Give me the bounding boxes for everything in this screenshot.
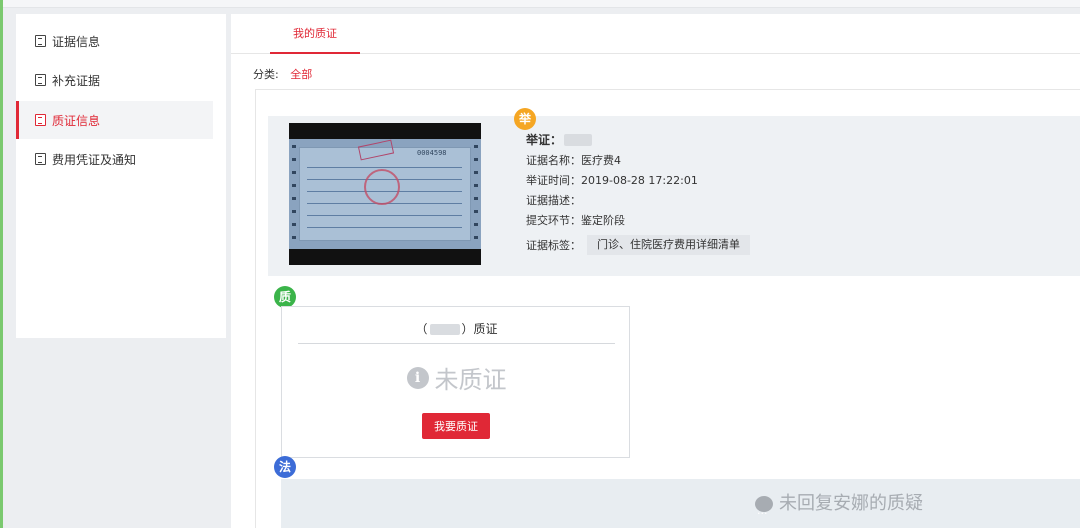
evidence-name: 证据名称：医疗费4 — [526, 154, 621, 167]
evidence-desc: 证据描述： — [526, 194, 581, 207]
header-prefix: （ — [415, 322, 428, 336]
evidence-thumbnail[interactable]: 0004598 — [289, 123, 481, 265]
evidence-card: 0004598 举 举证： 证据名称：医疗费4 举证时间：2019-08-28 … — [268, 108, 1080, 276]
document-icon — [35, 114, 46, 126]
cross-exam-status: i 未质证 — [282, 360, 631, 395]
tag-label: 证据标签： — [526, 239, 581, 252]
category-filter: 分类: 全部 — [253, 66, 312, 82]
receipt-image: 0004598 — [289, 139, 481, 249]
header-suffix: ）质证 — [461, 322, 498, 336]
court-reply-message: 未回复安娜的质疑 — [755, 479, 923, 528]
evidence-info: 举证： 证据名称：医疗费4 举证时间：2019-08-28 17:22:01 证… — [526, 131, 750, 255]
evidence-tag-row: 证据标签： 门诊、住院医疗费用详细清单 — [526, 235, 750, 255]
filter-label: 分类: — [253, 68, 279, 81]
evidence-title-prefix: 举证： — [526, 133, 563, 147]
cross-exam-badge: 质 — [274, 286, 296, 308]
document-icon — [35, 153, 46, 165]
sidebar-item-label: 补充证据 — [52, 73, 101, 88]
main-panel: 我的质证 分类: 全部 0004598 举 举证： 证据名称：医疗费4 举证时间… — [231, 14, 1080, 528]
tab-my-cross-examination[interactable]: 我的质证 — [270, 14, 360, 54]
evidence-time: 举证时间：2019-08-28 17:22:01 — [526, 174, 698, 187]
court-reply-text: 未回复安娜的质疑 — [779, 493, 923, 514]
cross-examine-button[interactable]: 我要质证 — [422, 413, 490, 439]
document-icon — [35, 74, 46, 86]
sidebar-item-fee-vouchers[interactable]: 费用凭证及通知 — [16, 140, 213, 178]
filter-all-link[interactable]: 全部 — [290, 68, 312, 81]
evidence-title: 举证： — [526, 131, 750, 148]
sidebar: 证据信息 补充证据 质证信息 费用凭证及通知 — [16, 14, 226, 338]
sidebar-item-cross-examination-info[interactable]: 质证信息 — [16, 101, 213, 139]
evidence-tag: 门诊、住院医疗费用详细清单 — [587, 235, 750, 255]
sidebar-item-evidence-info[interactable]: 证据信息 — [16, 22, 213, 60]
status-text: 未质证 — [434, 366, 507, 394]
content-area: 0004598 举 举证： 证据名称：医疗费4 举证时间：2019-08-28 … — [255, 89, 1080, 528]
sidebar-item-label: 质证信息 — [52, 113, 101, 128]
court-badge: 法 — [274, 456, 296, 478]
sidebar-item-label: 费用凭证及通知 — [52, 152, 137, 167]
redacted-party — [429, 324, 460, 335]
proof-badge: 举 — [514, 108, 536, 130]
top-strip — [0, 0, 1080, 8]
sidebar-item-supplementary-evidence[interactable]: 补充证据 — [16, 61, 213, 99]
left-accent-line — [0, 0, 3, 528]
cross-exam-header: （ ）质证 — [298, 315, 615, 344]
document-icon — [35, 35, 46, 47]
info-icon: i — [406, 366, 429, 389]
stamp-icon — [364, 169, 400, 205]
chat-bubble-icon — [755, 489, 773, 528]
sidebar-item-label: 证据信息 — [52, 34, 101, 49]
court-reply-bar: 未回复安娜的质疑 — [281, 479, 1080, 528]
cross-exam-box: （ ）质证 i 未质证 我要质证 — [281, 306, 630, 458]
redacted-name — [564, 133, 593, 146]
tab-bar: 我的质证 — [231, 14, 1080, 54]
receipt-number: 0004598 — [417, 149, 447, 157]
evidence-stage: 提交环节：鉴定阶段 — [526, 214, 625, 227]
